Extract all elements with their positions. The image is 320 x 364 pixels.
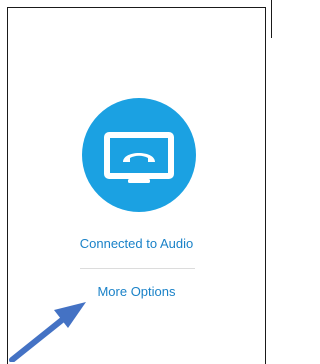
- arrow-pointer-icon: [9, 302, 86, 362]
- window-edge: [271, 0, 272, 38]
- monitor-phone-icon: [104, 132, 174, 183]
- more-options-link[interactable]: More Options: [97, 284, 175, 299]
- audio-button[interactable]: [82, 98, 196, 212]
- connected-status-label: Connected to Audio: [79, 236, 194, 251]
- divider: [80, 268, 195, 269]
